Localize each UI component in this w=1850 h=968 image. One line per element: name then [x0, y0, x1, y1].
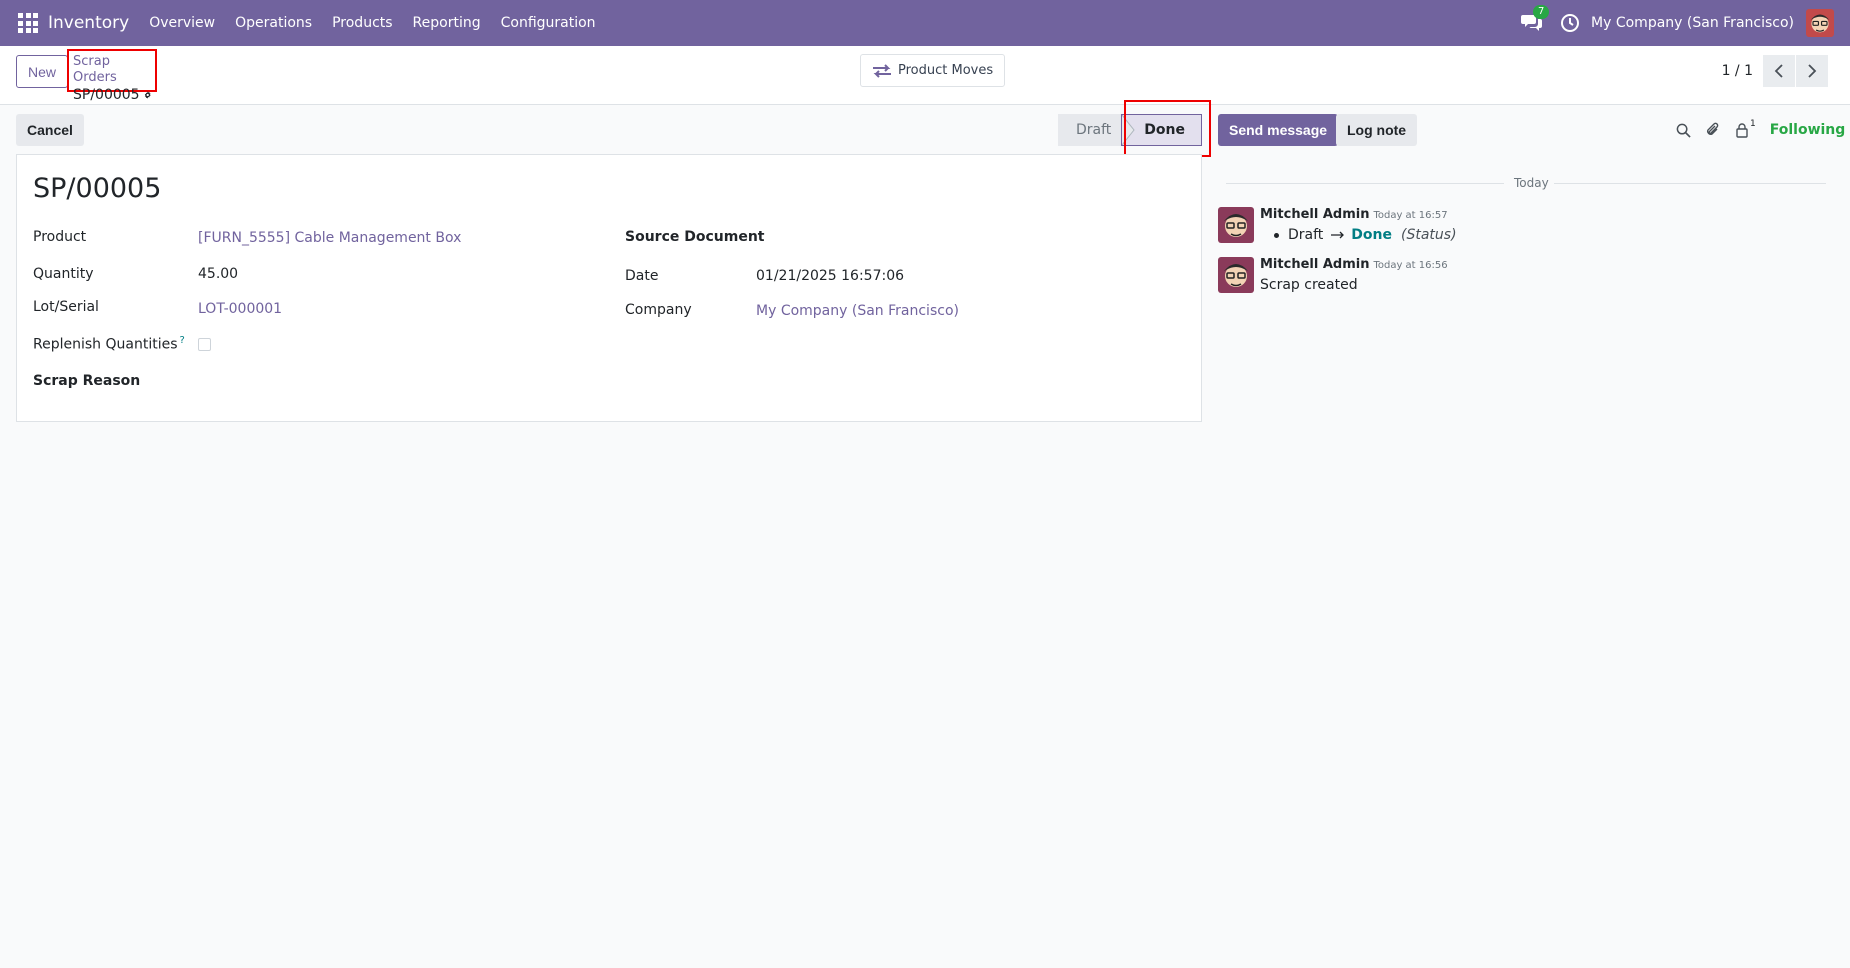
date-field[interactable]: 01/21/2025 16:57:06 — [756, 268, 904, 284]
chevron-left-icon — [1774, 63, 1783, 78]
attachments-button[interactable] — [1705, 122, 1721, 138]
replenish-quantities-checkbox[interactable] — [198, 338, 211, 351]
app-name[interactable]: Inventory — [48, 13, 129, 33]
menu-operations[interactable]: Operations — [235, 15, 312, 31]
paperclip-icon — [1707, 122, 1719, 135]
follower-count: 1 — [1750, 119, 1756, 129]
breadcrumb-current-label: SP/00005 — [73, 87, 140, 103]
user-avatar-icon — [1806, 9, 1834, 37]
message-time: Today at 16:57 — [1373, 210, 1448, 221]
message-author: Mitchell Admin Today at 16:57 — [1260, 207, 1448, 222]
new-button[interactable]: New — [16, 55, 69, 88]
date-separator: Today — [1226, 176, 1826, 190]
lot-serial-field[interactable]: LOT-000001 — [198, 301, 282, 317]
menu-configuration[interactable]: Configuration — [501, 15, 596, 31]
arrow-right-icon — [1331, 231, 1345, 239]
menu-products[interactable]: Products — [332, 15, 392, 31]
menu-reporting[interactable]: Reporting — [413, 15, 481, 31]
stage-draft[interactable]: Draft — [1058, 114, 1122, 146]
menu-overview[interactable]: Overview — [149, 15, 215, 31]
company-label: Company — [625, 302, 692, 318]
pager: 1 / 1 — [1722, 54, 1828, 87]
author-avatar-icon — [1218, 207, 1254, 243]
company-field[interactable]: My Company (San Francisco) — [756, 303, 959, 319]
author-avatar-icon — [1218, 257, 1254, 293]
message-author-name[interactable]: Mitchell Admin — [1260, 257, 1369, 272]
chatter-message: Mitchell Admin Today at 16:57 Draft Done … — [1218, 207, 1818, 247]
date-label: Date — [625, 268, 659, 284]
lock-user-icon — [1736, 123, 1748, 138]
company-switcher[interactable]: My Company (San Francisco) — [1591, 15, 1794, 31]
messaging-icon[interactable]: 7 — [1521, 5, 1550, 35]
activity-clock-icon[interactable] — [1559, 12, 1581, 34]
form-status-row: Cancel Draft Done — [16, 114, 1202, 146]
following-button[interactable]: Following — [1770, 122, 1846, 138]
tracking-value: Draft Done (Status) — [1260, 227, 1457, 243]
help-tooltip-icon[interactable]: ? — [180, 335, 185, 346]
top-navbar: Inventory Overview Operations Products R… — [0, 0, 1850, 46]
tracking-old-value: Draft — [1288, 227, 1324, 243]
apps-menu-icon[interactable] — [17, 12, 39, 34]
form-sheet: SP/00005 Product [FURN_5555] Cable Manag… — [16, 154, 1202, 422]
send-message-button[interactable]: Send message — [1218, 114, 1339, 146]
pager-value[interactable]: 1 / 1 — [1722, 63, 1753, 79]
breadcrumb-current: SP/00005 — [73, 86, 151, 104]
gear-icon[interactable] — [144, 89, 151, 101]
followers-button[interactable]: 1 — [1735, 119, 1756, 138]
stage-done[interactable]: Done — [1121, 114, 1202, 146]
search-icon — [1676, 123, 1691, 138]
quantity-field[interactable]: 45.00 — [198, 266, 238, 282]
statusbar: Draft Done — [1058, 114, 1202, 146]
user-avatar[interactable] — [1806, 9, 1834, 37]
stage-arrow-icon — [1122, 115, 1135, 145]
exchange-arrows-icon — [873, 63, 891, 78]
chatter-message: Mitchell Admin Today at 16:56 Scrap creat… — [1218, 257, 1818, 297]
log-note-button[interactable]: Log note — [1336, 114, 1418, 146]
tracking-new-value: Done — [1351, 227, 1392, 243]
message-author: Mitchell Admin Today at 16:56 — [1260, 257, 1448, 272]
record-title: SP/00005 — [33, 173, 162, 204]
product-moves-label: Product Moves — [898, 63, 994, 78]
breadcrumb: Scrap Orders SP/00005 — [67, 49, 157, 103]
chatter-search-button[interactable] — [1676, 123, 1691, 138]
tracking-field-name: (Status) — [1401, 227, 1457, 243]
message-time: Today at 16:56 — [1373, 260, 1448, 271]
message-author-name[interactable]: Mitchell Admin — [1260, 207, 1369, 222]
control-panel: New Scrap Orders SP/00005 Product Moves … — [0, 46, 1850, 105]
message-body: Scrap created — [1260, 277, 1358, 293]
cancel-button[interactable]: Cancel — [16, 114, 84, 146]
source-document-label: Source Document — [625, 229, 765, 245]
scrap-reason-label: Scrap Reason — [33, 373, 141, 389]
chatter-topbar: 1 Following — [1676, 114, 1845, 146]
breadcrumb-scrap-orders[interactable]: Scrap Orders — [73, 54, 151, 86]
date-separator-label: Today — [1508, 176, 1555, 190]
lot-serial-label: Lot/Serial — [33, 299, 99, 315]
quantity-label: Quantity — [33, 266, 94, 282]
replenish-quantities-text: Replenish Quantities — [33, 336, 178, 353]
chat-count-badge: 7 — [1533, 5, 1550, 19]
pager-previous-button[interactable] — [1763, 54, 1795, 87]
message-author-avatar[interactable] — [1218, 207, 1254, 243]
replenish-quantities-label: Replenish Quantities? — [33, 335, 185, 353]
product-field[interactable]: [FURN_5555] Cable Management Box — [198, 230, 461, 246]
product-moves-button[interactable]: Product Moves — [860, 54, 1006, 87]
pager-next-button[interactable] — [1796, 54, 1828, 87]
product-label: Product — [33, 229, 87, 245]
message-author-avatar[interactable] — [1218, 257, 1254, 293]
stage-done-label: Done — [1144, 122, 1185, 138]
chevron-right-icon — [1808, 63, 1817, 78]
